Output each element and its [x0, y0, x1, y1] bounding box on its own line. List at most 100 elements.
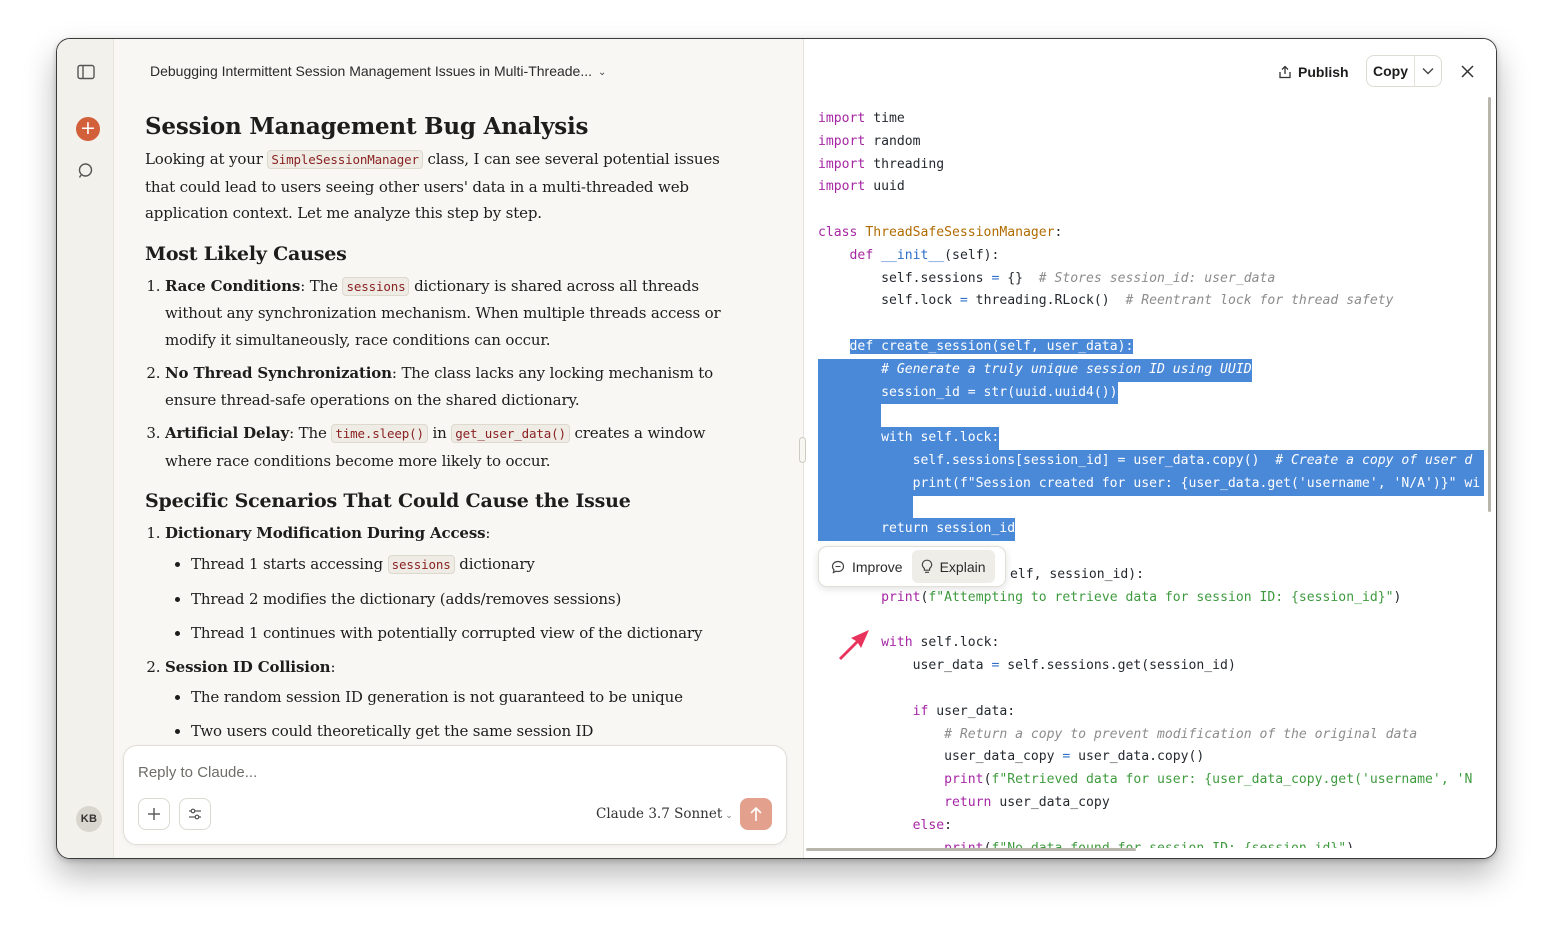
code-line: def __init__(self): [849, 247, 1000, 263]
code-line: print(f"No data found for session ID: {s… [818, 838, 1354, 848]
improve-label: Improve [852, 558, 903, 575]
cause-text: : The [300, 276, 343, 295]
explain-button[interactable]: Explain [911, 550, 995, 583]
list-item: Dictionary Modification During Access: T… [165, 520, 745, 646]
reply-input[interactable] [138, 764, 738, 781]
code-line: self.sessions = {} # Stores session_id: … [818, 270, 1276, 286]
arrow-up-icon [750, 806, 762, 821]
code-line: def create_session(self, user_data): [849, 339, 1134, 354]
code-line: print(f"Retrieved data for user: {user_d… [944, 772, 1473, 788]
publish-button[interactable]: Publish [1278, 61, 1349, 83]
bullet-list: Thread 1 starts accessing sessions dicti… [191, 551, 745, 646]
app-window: + KB Debugging Intermittent Session Mana… [56, 38, 1497, 859]
causes-list: Race Conditions: The sessions dictionary… [165, 273, 745, 475]
scenario-colon: : [485, 524, 491, 542]
code-line: import random [818, 133, 921, 149]
copy-button[interactable]: Copy [1367, 56, 1415, 86]
code-line: print(f"Attempting to retrieve data for … [881, 589, 1402, 605]
bullet-item: Thread 2 modifies the dictionary (adds/r… [191, 586, 745, 612]
scenario-title: Dictionary Modification During Access [165, 524, 486, 542]
improve-button[interactable]: Improve [822, 550, 912, 583]
code-line: user_data = self.sessions.get(session_id… [818, 658, 1236, 674]
model-selector[interactable]: Claude 3.7 Sonnet ⌄ [596, 806, 733, 822]
explain-label: Explain [939, 558, 986, 575]
share-icon [1279, 65, 1291, 79]
chat-panel: Debugging Intermittent Session Managemen… [115, 39, 855, 858]
cause-title: Race Conditions [165, 276, 301, 295]
code-vertical-scrollbar[interactable] [1488, 97, 1491, 512]
avatar[interactable]: KB [76, 806, 102, 832]
conversation-title[interactable]: Debugging Intermittent Session Managemen… [150, 63, 606, 79]
inline-code: time.sleep() [331, 424, 428, 443]
message-heading: Session Management Bug Analysis [145, 113, 589, 140]
code-line: import uuid [818, 179, 905, 195]
publish-label: Publish [1298, 64, 1349, 80]
code-line: else: [912, 817, 953, 833]
code-line: import time [818, 111, 905, 126]
composer: Claude 3.7 Sonnet⌄ [123, 745, 787, 845]
chevron-down-icon: ⌄ [725, 811, 733, 821]
attach-button[interactable] [138, 798, 170, 830]
cause-title: Artificial Delay [165, 424, 290, 442]
code-line: return user_data_copy [944, 795, 1110, 810]
inline-code: sessions [387, 554, 455, 574]
artifact-panel: Publish Copy import time import random imp… [803, 39, 1496, 858]
arrow-icon [839, 630, 869, 660]
plus-icon [148, 808, 160, 820]
panel-resize-handle[interactable] [799, 437, 806, 463]
model-name: Claude 3.7 Sonnet [596, 806, 723, 822]
code-line: self.lock = threading.RLock() # Reentran… [818, 293, 1394, 309]
new-chat-button[interactable]: + [76, 117, 100, 141]
cause-text: : The [289, 424, 332, 442]
conversation-title-text: Debugging Intermittent Session Managemen… [150, 63, 593, 79]
sidebar-toggle-icon[interactable] [76, 62, 96, 82]
assistant-message: Session Management Bug Analysis Looking … [145, 107, 745, 747]
code-horizontal-scrollbar[interactable] [806, 848, 1136, 851]
lightbulb-icon [921, 559, 932, 573]
code-line: user_data_copy = user_data.copy() [818, 749, 1205, 765]
list-item: No Thread Synchronization: The class lac… [165, 360, 745, 413]
code-line [818, 495, 913, 519]
list-item: Artificial Delay: The time.sleep() in ge… [165, 420, 745, 474]
speech-bubble-icon [831, 560, 845, 574]
inline-code: SimpleSessionManager [267, 150, 423, 169]
chevron-down-icon [1422, 68, 1434, 75]
bullet-item: Two users could theoretically get the sa… [191, 718, 745, 744]
bullet-item: The random session ID generation is not … [191, 684, 745, 710]
copy-options-button[interactable] [1415, 56, 1441, 86]
code-line: import threading [818, 156, 945, 172]
close-icon [1460, 64, 1474, 78]
send-button[interactable] [740, 798, 772, 830]
sidebar-rail: + KB [57, 39, 114, 858]
inline-code: get_user_data() [451, 424, 570, 443]
code-line: if user_data: [912, 703, 1016, 719]
code-line: self.sessions[session_id] = user_data.co… [818, 450, 1484, 473]
search-chat-icon[interactable] [76, 161, 96, 181]
bullet-text: dictionary [454, 554, 535, 573]
close-button[interactable] [1457, 61, 1477, 81]
code-line: session_id = str(uuid.uuid4()) [818, 381, 1118, 405]
tools-button[interactable] [179, 798, 211, 830]
code-line: print(f"Session created for user: {user_… [818, 472, 1484, 496]
cause-text: in [427, 424, 452, 442]
selection-popover: Improve Explain [818, 546, 1006, 587]
sliders-icon [189, 808, 201, 820]
section-heading-causes: Most Likely Causes [145, 242, 347, 265]
intro-text-1: Looking at your [145, 150, 268, 168]
code-line: class ThreadSafeSessionManager: [818, 225, 1063, 240]
copy-group: Copy [1366, 55, 1442, 87]
bullet-item: Thread 1 continues with potentially corr… [191, 620, 745, 646]
scenarios-list: Dictionary Modification During Access: T… [165, 520, 745, 744]
code-view[interactable]: import time import random import threading… [818, 108, 1484, 848]
section-heading-scenarios: Specific Scenarios That Could Cause the … [145, 490, 631, 512]
code-line [818, 404, 881, 428]
code-line: # Generate a truly unique session ID usi… [818, 358, 1252, 382]
bullet-text: Thread 1 starts accessing [191, 554, 388, 573]
message-intro: Looking at your SimpleSessionManager cla… [145, 146, 745, 227]
scenario-title: Session ID Collision [165, 657, 331, 676]
bullet-list: The random session ID generation is not … [191, 684, 745, 744]
plus-circle-icon: + [80, 117, 96, 139]
code-line: with self.lock: [818, 427, 1000, 450]
code-line: # Return a copy to prevent modification … [944, 726, 1418, 742]
cause-title: No Thread Synchronization [165, 364, 392, 382]
